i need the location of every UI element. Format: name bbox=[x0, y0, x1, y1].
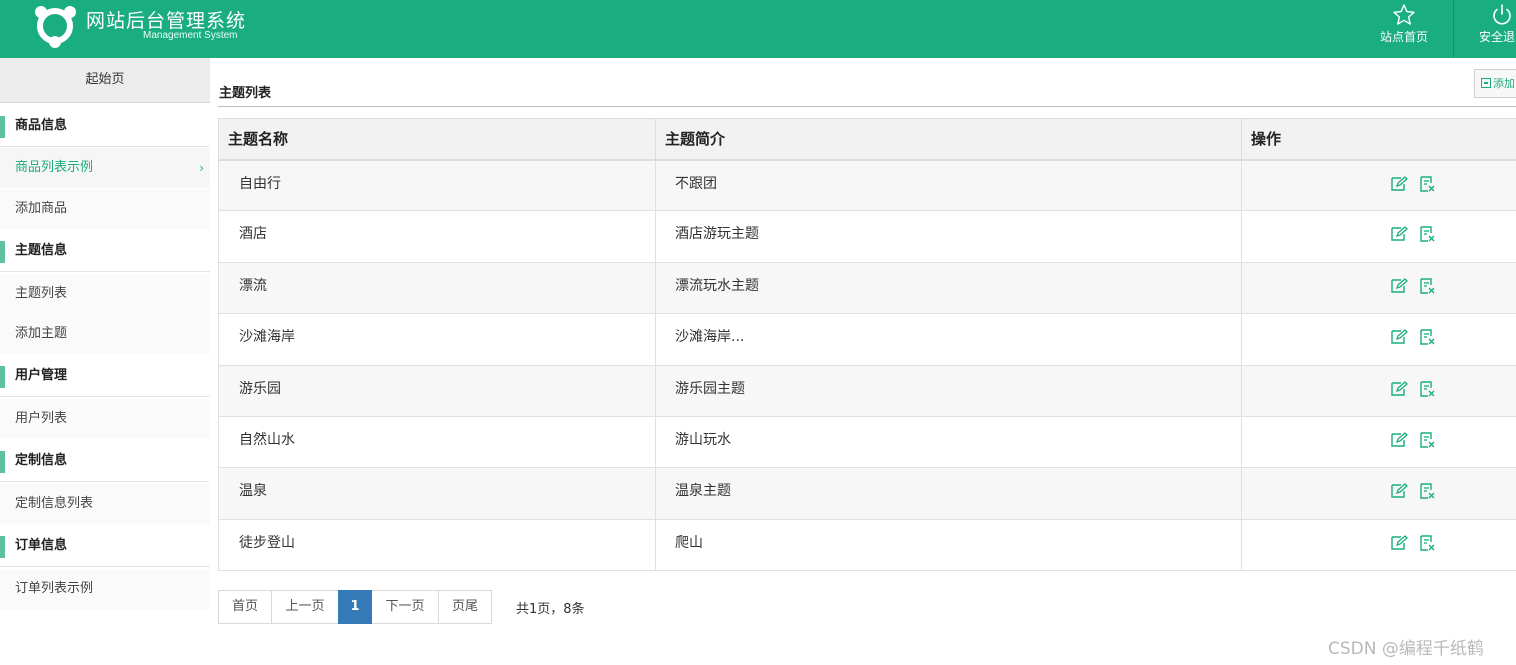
app-subtitle: Management System bbox=[143, 30, 238, 41]
column-header-intro: 主题简介 bbox=[655, 118, 1242, 161]
cell-actions bbox=[1241, 467, 1516, 520]
cell-topic-intro: 温泉主题 bbox=[655, 467, 1242, 520]
delete-icon[interactable] bbox=[1418, 534, 1436, 552]
edit-icon[interactable] bbox=[1390, 328, 1408, 346]
cell-actions bbox=[1241, 158, 1516, 212]
pager-next[interactable]: 下一页 bbox=[371, 590, 439, 624]
sidebar-item-label: 商品列表示例 bbox=[15, 160, 94, 175]
pager-first[interactable]: 首页 bbox=[218, 590, 272, 624]
main-content: 主题列表 添加 主题名称 主题简介 操作 自由行 不跟团 酒店 酒店游玩主题 漂流 漂流玩… bbox=[210, 58, 1516, 665]
pager-prev[interactable]: 上一页 bbox=[271, 590, 339, 624]
cell-topic-intro: 游山玩水 bbox=[655, 415, 1242, 469]
sidebar-item-order-list[interactable]: 订单列表示例 bbox=[0, 569, 210, 609]
table-row: 游乐园 游乐园主题 bbox=[218, 364, 1516, 417]
delete-icon[interactable] bbox=[1418, 175, 1436, 193]
watermark: CSDN @编程千纸鹤 bbox=[1328, 639, 1484, 659]
power-icon bbox=[1493, 4, 1511, 25]
delete-icon[interactable] bbox=[1418, 482, 1436, 500]
sidebar-item-user-list[interactable]: 用户列表 bbox=[0, 399, 210, 439]
table-row: 漂流 漂流玩水主题 bbox=[218, 261, 1516, 315]
logout-button[interactable]: 安全退出 bbox=[1470, 0, 1516, 58]
table-row: 自由行 不跟团 bbox=[218, 158, 1516, 212]
cell-topic-name: 自由行 bbox=[218, 158, 656, 212]
cell-topic-name: 游乐园 bbox=[218, 364, 656, 417]
star-icon bbox=[1393, 4, 1415, 25]
add-topic-label: 添加 bbox=[1493, 77, 1515, 90]
delete-icon[interactable] bbox=[1418, 225, 1436, 243]
sidebar-item-add-product[interactable]: 添加商品 bbox=[0, 189, 210, 229]
table-row: 沙滩海岸 沙滩海岸... bbox=[218, 313, 1516, 366]
cell-topic-name: 徒步登山 bbox=[218, 518, 656, 572]
title-divider bbox=[218, 106, 1516, 107]
cell-topic-intro: 不跟团 bbox=[655, 158, 1242, 212]
sidebar-group-topics: 主题信息 bbox=[0, 230, 210, 272]
cell-topic-intro: 游乐园主题 bbox=[655, 364, 1242, 417]
sidebar-group-users: 用户管理 bbox=[0, 355, 210, 397]
sidebar-group-orders: 订单信息 bbox=[0, 525, 210, 567]
edit-icon[interactable] bbox=[1390, 277, 1408, 295]
site-home-button[interactable]: 站点首页 bbox=[1368, 0, 1440, 58]
delete-icon[interactable] bbox=[1418, 328, 1436, 346]
cell-topic-intro: 酒店游玩主题 bbox=[655, 210, 1242, 263]
chevron-right-icon: › bbox=[199, 161, 204, 175]
cell-topic-name: 温泉 bbox=[218, 467, 656, 520]
delete-icon[interactable] bbox=[1418, 380, 1436, 398]
cell-actions bbox=[1241, 364, 1516, 417]
sidebar-group-products: 商品信息 bbox=[0, 105, 210, 147]
sidebar-item-custom-list[interactable]: 定制信息列表 bbox=[0, 484, 210, 524]
add-icon bbox=[1481, 78, 1491, 88]
sidebar-start-page[interactable]: 起始页 bbox=[0, 58, 210, 103]
table-header-row: 主题名称 主题简介 操作 bbox=[218, 118, 1516, 161]
edit-icon[interactable] bbox=[1390, 175, 1408, 193]
cell-topic-name: 酒店 bbox=[218, 210, 656, 263]
logout-label: 安全退出 bbox=[1479, 30, 1516, 44]
cell-actions bbox=[1241, 415, 1516, 469]
topic-table: 主题名称 主题简介 操作 自由行 不跟团 酒店 酒店游玩主题 漂流 漂流玩水主题 沙滩海岸沙… bbox=[218, 118, 1516, 572]
table-row: 温泉 温泉主题 bbox=[218, 467, 1516, 520]
column-header-actions: 操作 bbox=[1241, 118, 1516, 161]
cell-actions bbox=[1241, 313, 1516, 366]
cell-topic-name: 自然山水 bbox=[218, 415, 656, 469]
cell-topic-name: 沙滩海岸 bbox=[218, 313, 656, 366]
cell-topic-intro: 爬山 bbox=[655, 518, 1242, 572]
page-title: 主题列表 bbox=[219, 86, 272, 101]
edit-icon[interactable] bbox=[1390, 225, 1408, 243]
table-row: 自然山水 游山玩水 bbox=[218, 415, 1516, 469]
edit-icon[interactable] bbox=[1390, 534, 1408, 552]
sidebar-item-product-list[interactable]: 商品列表示例 › bbox=[0, 148, 210, 188]
cell-actions bbox=[1241, 518, 1516, 572]
sidebar: 起始页 商品信息 商品列表示例 › 添加商品 主题信息 主题列表 添加主题 用户… bbox=[0, 58, 210, 665]
table-row: 酒店 酒店游玩主题 bbox=[218, 210, 1516, 263]
header-divider bbox=[1453, 0, 1454, 58]
sidebar-item-add-topic[interactable]: 添加主题 bbox=[0, 314, 210, 354]
cell-topic-name: 漂流 bbox=[218, 261, 656, 315]
app-title: 网站后台管理系统 bbox=[86, 10, 247, 32]
edit-icon[interactable] bbox=[1390, 482, 1408, 500]
logo-icon bbox=[35, 6, 76, 48]
pager-total: 共1页，8条 bbox=[516, 601, 585, 617]
pager-current-page[interactable]: 1 bbox=[338, 590, 372, 624]
site-home-label: 站点首页 bbox=[1379, 30, 1428, 44]
cell-actions bbox=[1241, 261, 1516, 315]
sidebar-item-topic-list[interactable]: 主题列表 bbox=[0, 274, 210, 314]
delete-icon[interactable] bbox=[1418, 277, 1436, 295]
top-header: 网站后台管理系统 Management System 站点首页 安全退出 bbox=[0, 0, 1516, 58]
pager-last[interactable]: 页尾 bbox=[438, 590, 492, 624]
column-header-name: 主题名称 bbox=[218, 118, 656, 161]
cell-actions bbox=[1241, 210, 1516, 263]
edit-icon[interactable] bbox=[1390, 431, 1408, 449]
sidebar-group-custom: 定制信息 bbox=[0, 440, 210, 482]
cell-topic-intro: 沙滩海岸... bbox=[655, 313, 1242, 366]
pagination: 首页 上一页 1 下一页 页尾 共1页，8条 bbox=[218, 590, 585, 624]
cell-topic-intro: 漂流玩水主题 bbox=[655, 261, 1242, 315]
table-row: 徒步登山 爬山 bbox=[218, 518, 1516, 572]
add-topic-button[interactable]: 添加 bbox=[1474, 69, 1516, 98]
edit-icon[interactable] bbox=[1390, 380, 1408, 398]
delete-icon[interactable] bbox=[1418, 431, 1436, 449]
